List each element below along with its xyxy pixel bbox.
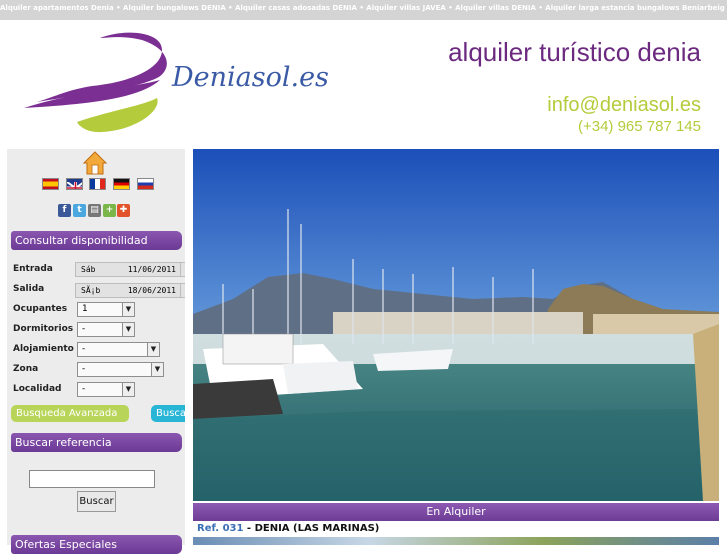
zone-value: - (82, 364, 86, 374)
chevron-down-icon: ▼ (122, 303, 134, 316)
locality-value: - (82, 384, 86, 394)
advanced-search-button[interactable]: Busqueda Avanzada (11, 405, 129, 422)
check-out-day: SÃ¡b (81, 286, 101, 295)
zone-select[interactable]: - ▼ (77, 362, 164, 377)
rental-ref-line[interactable]: Ref. 031 - DENIA (LAS MARINAS) (197, 523, 379, 534)
chevron-down-icon: ▼ (122, 383, 134, 396)
check-in-label: Entrada (13, 264, 53, 274)
contact-email[interactable]: info@deniasol.es (547, 94, 701, 116)
share-icon[interactable]: + (103, 204, 116, 217)
reference-search-button[interactable]: Buscar (77, 491, 116, 512)
reference-title: Buscar referencia (11, 433, 182, 452)
rental-ref-sep: - (243, 523, 255, 534)
check-in-field[interactable]: Sáb 11/06/2011 (75, 262, 181, 277)
flag-ru-icon[interactable] (137, 178, 154, 190)
zone-label: Zona (13, 364, 39, 374)
contact-info: info@deniasol.es (+34) 965 787 145 (547, 94, 701, 138)
chevron-down-icon: ▼ (122, 323, 134, 336)
lodging-value: - (82, 344, 86, 354)
flag-es-icon[interactable] (42, 178, 59, 190)
occupants-value: 1 (82, 304, 88, 314)
top-links[interactable]: Alquiler apartamentos Denia • Alquiler b… (0, 4, 727, 12)
twitter-icon[interactable]: t (73, 204, 86, 217)
top-links-bar: Alquiler apartamentos Denia • Alquiler b… (0, 0, 727, 20)
rental-ref-label: Ref. 031 (197, 523, 244, 534)
rental-thumbnail[interactable] (193, 537, 719, 545)
contact-phone: (+34) 965 787 145 (577, 118, 701, 135)
flag-en-icon[interactable] (66, 178, 83, 190)
occupants-label: Ocupantes (13, 304, 68, 314)
lodging-label: Alojamiento (13, 344, 74, 354)
marina-photo (193, 149, 719, 501)
logo-text[interactable]: Deniasol.es (172, 62, 329, 93)
rental-ref-location: DENIA (LAS MARINAS) (254, 523, 380, 534)
bedrooms-value: - (82, 324, 86, 334)
rental-header: En Alquiler (193, 503, 719, 521)
search-button[interactable]: Buscar (151, 405, 185, 422)
check-out-label: Salida (13, 284, 45, 294)
check-in-day: Sáb (81, 265, 96, 274)
chevron-down-icon: ▼ (151, 363, 163, 376)
print-icon[interactable]: ▤ (88, 204, 101, 217)
bedrooms-label: Dormitorios (13, 324, 74, 334)
check-out-field-edge (181, 283, 185, 298)
flag-fr-icon[interactable] (89, 178, 106, 190)
site-tagline: alquiler turístico denia (448, 37, 701, 67)
home-icon[interactable] (82, 150, 108, 176)
availability-title: Consultar disponibilidad (11, 231, 182, 250)
locality-label: Localidad (13, 384, 62, 394)
flag-de-icon[interactable] (113, 178, 130, 190)
chevron-down-icon: ▼ (147, 343, 159, 356)
facebook-icon[interactable]: f (58, 204, 71, 217)
check-in-field-edge (181, 262, 185, 277)
check-in-date: 11/06/2011 (127, 265, 176, 274)
lodging-select[interactable]: - ▼ (77, 342, 160, 357)
locality-select[interactable]: - ▼ (77, 382, 135, 397)
reference-input[interactable] (29, 470, 155, 488)
check-out-field[interactable]: SÃ¡b 18/06/2011 (75, 283, 181, 298)
add-icon[interactable]: ✚ (117, 204, 130, 217)
occupants-select[interactable]: 1 ▼ (77, 302, 135, 317)
check-out-date: 18/06/2011 (127, 286, 176, 295)
bedrooms-select[interactable]: - ▼ (77, 322, 135, 337)
